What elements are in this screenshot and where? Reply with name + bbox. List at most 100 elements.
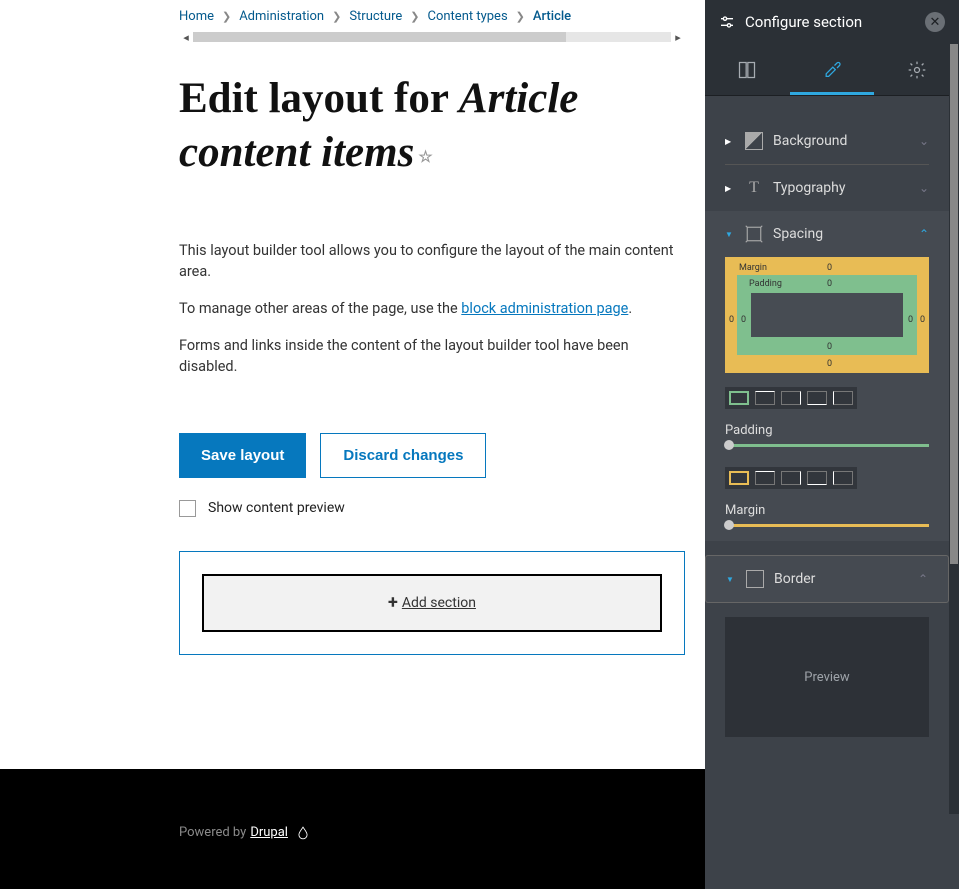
margin-slider-label: Margin — [725, 503, 929, 518]
padding-top-value[interactable]: 0 — [827, 279, 832, 289]
triangle-right-icon — [725, 184, 735, 193]
group-title: Spacing — [773, 226, 823, 242]
slider-handle[interactable] — [724, 520, 734, 530]
breadcrumb-current: Article — [533, 9, 571, 24]
group-border: Border ⌃ — [705, 555, 949, 603]
typography-icon: T — [745, 179, 763, 197]
padding-label: Padding — [749, 279, 782, 289]
padding-slider-label: Padding — [725, 423, 929, 438]
padding-bottom-value[interactable]: 0 — [827, 342, 832, 352]
chevron-right-icon: ❯ — [516, 10, 525, 23]
slider-handle[interactable] — [724, 440, 734, 450]
desc-line: Forms and links inside the content of th… — [179, 335, 685, 377]
scroll-right-icon[interactable]: ▸ — [671, 30, 685, 44]
group-typography: T Typography ⌄ — [725, 164, 929, 211]
scroll-left-icon[interactable]: ◂ — [179, 30, 193, 44]
footer: Powered by Drupal — [0, 769, 705, 889]
desc-line: This layout builder tool allows you to c… — [179, 240, 685, 282]
background-icon — [745, 132, 763, 150]
drupal-drop-icon — [296, 826, 310, 840]
close-panel-button[interactable]: ✕ — [925, 12, 945, 32]
discard-changes-button[interactable]: Discard changes — [320, 433, 486, 478]
add-section-button[interactable]: + Add section — [202, 574, 662, 632]
side-left[interactable] — [833, 391, 853, 405]
plus-icon: + — [388, 592, 398, 613]
tab-settings[interactable] — [874, 44, 959, 95]
side-all[interactable] — [729, 471, 749, 485]
tab-appearance[interactable] — [790, 44, 875, 95]
star-icon[interactable]: ☆ — [418, 149, 432, 166]
tab-layout[interactable] — [705, 44, 790, 95]
margin-side-selector — [725, 467, 857, 489]
content-preview-row: Show content preview — [179, 500, 685, 517]
margin-left-value[interactable]: 0 — [729, 315, 734, 325]
padding-right-value[interactable]: 0 — [908, 315, 913, 325]
group-spacing: Spacing ⌃ Margin 0 0 0 0 Padding 0 0 0 0 — [705, 211, 949, 541]
side-all[interactable] — [729, 391, 749, 405]
border-icon — [746, 570, 764, 588]
side-top[interactable] — [755, 471, 775, 485]
powered-by-text: Powered by — [179, 825, 246, 840]
panel-scrollbar[interactable] — [949, 44, 959, 814]
description: This layout builder tool allows you to c… — [179, 240, 685, 377]
configure-section-panel: Configure section ✕ Background ⌄ — [705, 0, 959, 889]
padding-slider[interactable] — [725, 444, 929, 447]
close-icon: ✕ — [930, 15, 941, 30]
breadcrumb: Home ❯ Administration ❯ Structure ❯ Cont… — [179, 0, 685, 24]
side-bottom[interactable] — [807, 391, 827, 405]
breadcrumb-scrollbar[interactable]: ◂ ▸ — [179, 30, 685, 44]
padding-side-selector — [725, 387, 857, 409]
chevron-right-icon: ❯ — [222, 10, 231, 23]
panel-title: Configure section — [745, 13, 915, 31]
action-buttons: Save layout Discard changes — [179, 433, 685, 478]
margin-bottom-value[interactable]: 0 — [827, 359, 832, 369]
add-section-label: Add section — [402, 595, 476, 611]
chevron-right-icon: ❯ — [332, 10, 341, 23]
group-head-typography[interactable]: T Typography ⌄ — [725, 179, 929, 197]
sliders-icon — [719, 14, 735, 30]
margin-slider[interactable] — [725, 524, 929, 527]
side-left[interactable] — [833, 471, 853, 485]
margin-top-value[interactable]: 0 — [827, 263, 832, 273]
scroll-thumb[interactable] — [193, 32, 566, 42]
panel-scroll-thumb[interactable] — [950, 44, 958, 564]
group-head-background[interactable]: Background ⌄ — [725, 132, 929, 150]
group-head-border[interactable]: Border ⌃ — [726, 570, 928, 588]
group-background: Background ⌄ — [725, 106, 929, 164]
side-right[interactable] — [781, 391, 801, 405]
breadcrumb-link[interactable]: Home — [179, 9, 214, 24]
chevron-up-icon: ⌃ — [919, 227, 929, 241]
preview-label: Preview — [804, 670, 849, 685]
padding-box: Padding 0 0 0 0 — [737, 275, 917, 355]
panel-header: Configure section ✕ — [705, 0, 959, 44]
breadcrumb-link[interactable]: Content types — [428, 9, 508, 24]
group-title: Typography — [773, 180, 845, 196]
page-title: Edit layout for Article content items☆ — [179, 72, 685, 180]
breadcrumb-link[interactable]: Administration — [239, 9, 324, 24]
side-top[interactable] — [755, 391, 775, 405]
margin-right-value[interactable]: 0 — [920, 315, 925, 325]
scroll-track[interactable] — [193, 32, 671, 42]
group-head-spacing[interactable]: Spacing ⌃ — [725, 225, 929, 243]
group-title: Border — [774, 571, 815, 587]
content-preview-label: Show content preview — [208, 500, 345, 516]
triangle-down-icon — [725, 230, 735, 239]
chevron-right-icon: ❯ — [410, 10, 419, 23]
group-title: Background — [773, 133, 847, 149]
padding-left-value[interactable]: 0 — [741, 315, 746, 325]
block-admin-link[interactable]: block administration page — [461, 300, 628, 317]
triangle-right-icon — [725, 137, 735, 146]
chevron-down-icon: ⌄ — [919, 181, 929, 195]
margin-label: Margin — [739, 263, 767, 273]
layout-section: + Add section — [179, 551, 685, 655]
title-prefix: Edit layout for — [179, 75, 459, 122]
box-model-diagram: Margin 0 0 0 0 Padding 0 0 0 0 — [725, 257, 929, 373]
content-preview-checkbox[interactable] — [179, 500, 196, 517]
drupal-link[interactable]: Drupal — [250, 825, 288, 840]
triangle-down-icon — [726, 575, 736, 584]
save-layout-button[interactable]: Save layout — [179, 433, 306, 478]
main-content-area: Home ❯ Administration ❯ Structure ❯ Cont… — [0, 0, 705, 769]
side-bottom[interactable] — [807, 471, 827, 485]
breadcrumb-link[interactable]: Structure — [349, 9, 402, 24]
side-right[interactable] — [781, 471, 801, 485]
